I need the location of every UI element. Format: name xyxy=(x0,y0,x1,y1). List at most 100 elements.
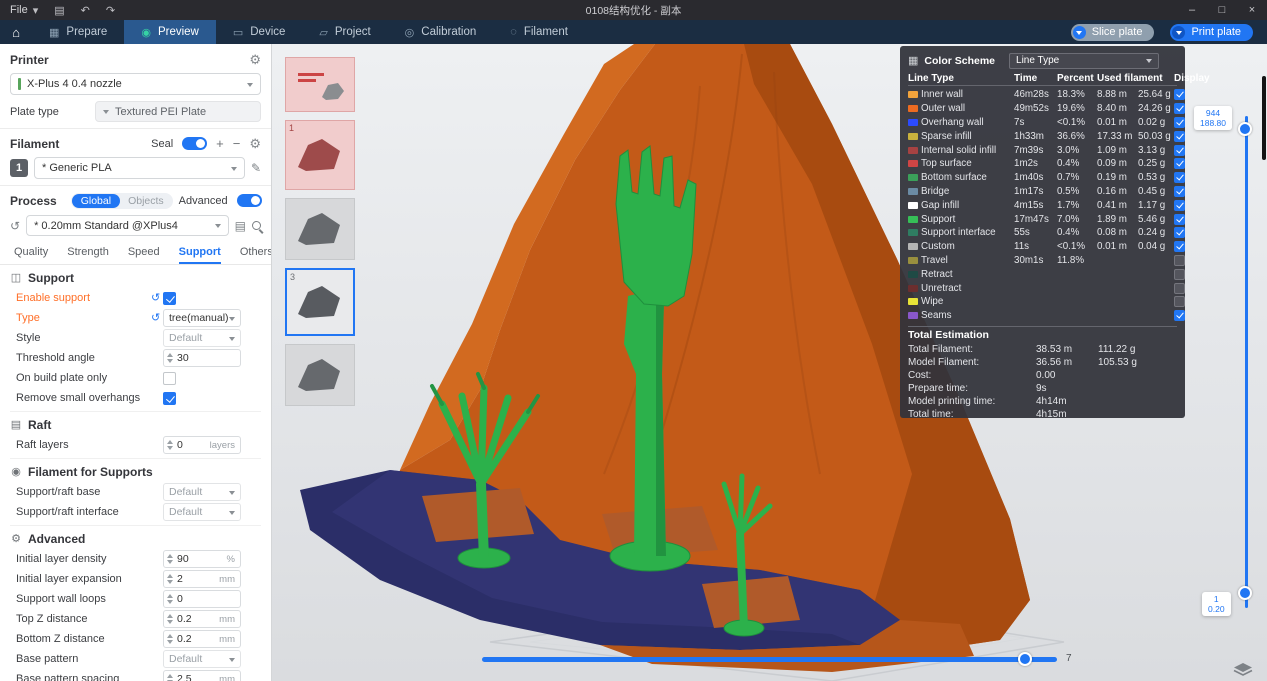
display-checkbox[interactable] xyxy=(1174,255,1185,266)
reset-icon[interactable]: ↺ xyxy=(151,293,163,304)
select-support-raft-interface[interactable]: Default xyxy=(163,503,241,521)
spinner-arrows-icon[interactable] xyxy=(167,631,173,647)
input-support-wall-loops[interactable]: 0 xyxy=(163,590,241,608)
undo-icon[interactable]: ↶ xyxy=(81,4,90,17)
display-checkbox[interactable] xyxy=(1174,269,1185,280)
display-checkbox[interactable] xyxy=(1174,310,1185,321)
print-plate-button[interactable]: Print plate xyxy=(1170,24,1253,41)
layer-slider-track[interactable] xyxy=(1245,116,1248,608)
spinner-arrows-icon[interactable] xyxy=(167,437,173,453)
checkbox-remove-small-overhangs[interactable] xyxy=(163,392,176,405)
printer-preset-select[interactable]: X-Plus 4 0.4 nozzle xyxy=(10,73,261,95)
printer-settings-gear-icon[interactable]: ⚙ xyxy=(249,53,261,66)
spinner-arrows-icon[interactable] xyxy=(167,671,173,681)
display-checkbox[interactable] xyxy=(1174,283,1185,294)
display-checkbox[interactable] xyxy=(1174,145,1185,156)
plate-thumbnail-3[interactable] xyxy=(285,198,355,260)
filament-settings-gear-icon[interactable]: ⚙ xyxy=(249,137,261,150)
slice-plate-button[interactable]: Slice plate xyxy=(1071,24,1155,41)
scope-objects-button[interactable]: Objects xyxy=(120,194,172,208)
input-initial-layer-density[interactable]: 90% xyxy=(163,550,241,568)
select-support-raft-base[interactable]: Default xyxy=(163,483,241,501)
process-tab-speed[interactable]: Speed xyxy=(128,240,160,264)
home-button[interactable]: ⌂ xyxy=(0,20,32,44)
display-checkbox[interactable] xyxy=(1174,186,1185,197)
reset-icon[interactable]: ↺ xyxy=(151,313,163,324)
save-preset-icon[interactable]: ▤ xyxy=(235,220,246,232)
minimize-button[interactable]: – xyxy=(1177,0,1207,20)
viewport-3d[interactable]: 13 ▦ Color Scheme Line Type Line Type Ti… xyxy=(272,44,1267,681)
maximize-button[interactable]: □ xyxy=(1207,0,1237,20)
search-icon[interactable] xyxy=(252,221,261,230)
spinner-arrows-icon[interactable] xyxy=(167,551,173,567)
remove-filament-button[interactable]: − xyxy=(233,137,241,150)
plate-thumbnail-4[interactable]: 3 xyxy=(285,268,355,336)
plate-thumbnail-5[interactable] xyxy=(285,344,355,406)
filament-slot-badge[interactable]: 1 xyxy=(10,159,28,177)
plate-type-select[interactable]: Textured PEI Plate xyxy=(95,101,261,122)
input-threshold-angle[interactable]: 30 xyxy=(163,349,241,367)
plate-thumbnail-2[interactable]: 1 xyxy=(285,120,355,190)
redo-icon[interactable]: ↷ xyxy=(106,4,115,17)
input-raft-layers[interactable]: 0layers xyxy=(163,436,241,454)
edit-filament-icon[interactable]: ✎ xyxy=(251,162,261,174)
display-checkbox[interactable] xyxy=(1174,227,1185,238)
plate-thumbnail-1[interactable] xyxy=(285,57,355,112)
spinner-arrows-icon[interactable] xyxy=(167,350,173,366)
process-tab-quality[interactable]: Quality xyxy=(14,240,48,264)
color-scheme-select[interactable]: Line Type xyxy=(1009,53,1159,69)
spinner-arrows-icon[interactable] xyxy=(167,591,173,607)
process-tab-strength[interactable]: Strength xyxy=(67,240,109,264)
checkbox-on-build-plate-only[interactable] xyxy=(163,372,176,385)
tab-device[interactable]: ▭Device xyxy=(216,20,303,44)
slice-dropdown-icon[interactable] xyxy=(1073,26,1086,39)
spinner-arrows-icon[interactable] xyxy=(167,571,173,587)
save-icon[interactable]: ▤ xyxy=(54,4,64,17)
tab-prepare[interactable]: ▦Prepare xyxy=(32,20,124,44)
print-dropdown-icon[interactable] xyxy=(1172,26,1185,39)
checkbox-enable-support[interactable] xyxy=(163,292,176,305)
input-initial-layer-expansion[interactable]: 2mm xyxy=(163,570,241,588)
display-checkbox[interactable] xyxy=(1174,103,1185,114)
tab-preview[interactable]: ◉Preview xyxy=(124,20,216,44)
sync-preset-icon[interactable]: ↺ xyxy=(10,220,20,232)
scope-global-button[interactable]: Global xyxy=(72,194,120,208)
input-base-pattern-spacing[interactable]: 2.5mm xyxy=(163,670,241,681)
display-checkbox[interactable] xyxy=(1174,117,1185,128)
select-type[interactable]: tree(manual) xyxy=(163,309,241,327)
process-tab-others[interactable]: Others xyxy=(240,240,272,264)
tab-project[interactable]: ▱Project xyxy=(302,20,387,44)
select-base-pattern[interactable]: Default xyxy=(163,650,241,668)
step-slider-handle[interactable] xyxy=(1018,652,1032,666)
tab-filament[interactable]: ◌Filament xyxy=(493,20,585,44)
advanced-toggle[interactable] xyxy=(237,194,262,207)
process-preset-select[interactable]: * 0.20mm Standard @XPlus4 xyxy=(26,215,229,236)
add-filament-button[interactable]: + xyxy=(216,137,224,150)
process-tab-support[interactable]: Support xyxy=(179,240,221,264)
close-button[interactable]: × xyxy=(1237,0,1267,20)
layer-slider-top-handle[interactable] xyxy=(1238,122,1252,136)
display-checkbox[interactable] xyxy=(1174,241,1185,252)
display-checkbox[interactable] xyxy=(1174,296,1185,307)
display-checkbox[interactable] xyxy=(1174,131,1185,142)
group-header-filament-for-supports[interactable]: ◉Filament for Supports xyxy=(10,461,261,482)
input-bottom-z-distance[interactable]: 0.2mm xyxy=(163,630,241,648)
scrollbar[interactable] xyxy=(1262,76,1266,160)
group-header-support[interactable]: ◫Support xyxy=(10,267,261,288)
objects-list-icon[interactable]: ≣ xyxy=(271,195,272,207)
group-header-raft[interactable]: ▤Raft xyxy=(10,414,261,435)
layer-slider-bottom-handle[interactable] xyxy=(1238,586,1252,600)
input-top-z-distance[interactable]: 0.2mm xyxy=(163,610,241,628)
display-checkbox[interactable] xyxy=(1174,214,1185,225)
spinner-arrows-icon[interactable] xyxy=(167,611,173,627)
display-checkbox[interactable] xyxy=(1174,89,1185,100)
display-checkbox[interactable] xyxy=(1174,172,1185,183)
select-style[interactable]: Default xyxy=(163,329,241,347)
display-checkbox[interactable] xyxy=(1174,200,1185,211)
tab-calibration[interactable]: ◎Calibration xyxy=(388,20,494,44)
filament-preset-select[interactable]: * Generic PLA xyxy=(34,157,245,179)
display-checkbox[interactable] xyxy=(1174,158,1185,169)
seal-toggle[interactable] xyxy=(182,137,207,150)
file-menu[interactable]: File ▾ xyxy=(10,4,38,17)
step-slider-track[interactable] xyxy=(482,657,1057,662)
